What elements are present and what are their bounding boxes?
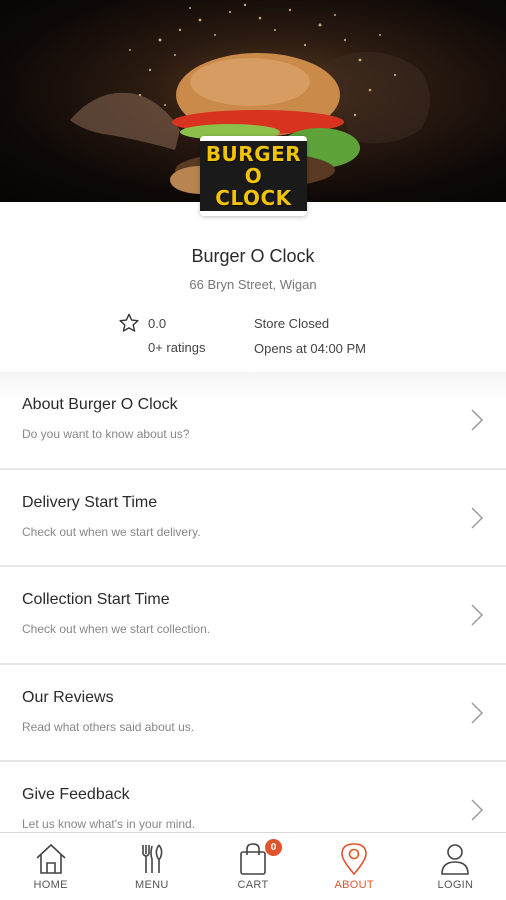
- location-pin-icon: [341, 843, 368, 876]
- list-item-title: Delivery Start Time: [22, 493, 158, 511]
- nav-label: HOME: [33, 879, 68, 891]
- store-opening-time: Opens at 04:00 PM: [254, 341, 367, 356]
- list-item-title: About Burger O Clock: [22, 396, 178, 413]
- bottom-navigation: HOME MENU 0 CART ABOUT LOGIN: [0, 832, 506, 900]
- nav-login[interactable]: LOGIN: [405, 833, 506, 900]
- list-item-subtitle: Do you want to know about us?: [22, 427, 190, 441]
- store-status: Store Closed: [254, 316, 330, 331]
- store-address: 66 Bryn Street, Wigan: [189, 277, 317, 292]
- nav-menu[interactable]: MENU: [101, 833, 202, 900]
- star-icon: [119, 313, 139, 332]
- cutlery-icon: [141, 844, 163, 873]
- list-item-title: Collection Start Time: [22, 591, 170, 608]
- ratings-count: 0+ ratings: [148, 340, 206, 355]
- chevron-right-icon: [471, 506, 484, 529]
- nav-about[interactable]: ABOUT: [304, 833, 405, 900]
- rating-value: 0.0: [148, 316, 167, 331]
- chevron-right-icon: [471, 409, 484, 431]
- chevron-right-icon: [471, 604, 484, 626]
- store-logo: BURGER O CLOCK: [200, 136, 307, 216]
- list-item-about[interactable]: About Burger O Clock Do you want to know…: [0, 372, 506, 470]
- list-item-subtitle: Check out when we start collection.: [22, 622, 211, 636]
- store-status-block: Store Closed Opens at 04:00 PM: [254, 316, 366, 356]
- chevron-right-icon: [471, 701, 484, 724]
- user-icon: [441, 844, 470, 875]
- logo-wordmark: BURGER O CLOCK: [200, 141, 307, 211]
- nav-cart[interactable]: 0 CART: [202, 833, 303, 900]
- nav-label: MENU: [135, 879, 169, 891]
- list-item-subtitle: Let us know what's in your mind.: [22, 817, 196, 831]
- nav-home[interactable]: HOME: [0, 833, 101, 900]
- chevron-right-icon: [471, 799, 484, 821]
- home-icon: [36, 843, 66, 874]
- info-list: About Burger O Clock Do you want to know…: [0, 372, 506, 860]
- list-item-reviews[interactable]: Our Reviews Read what others said about …: [0, 664, 506, 762]
- nav-label: ABOUT: [334, 879, 374, 891]
- list-item-title: Our Reviews: [22, 688, 114, 706]
- list-item-collection-time[interactable]: Collection Start Time Check out when we …: [0, 567, 506, 665]
- cart-count-badge: 0: [265, 839, 282, 856]
- store-name: Burger O Clock: [191, 246, 315, 266]
- list-item-title: Give Feedback: [22, 786, 130, 803]
- nav-label: CART: [237, 879, 269, 891]
- list-item-subtitle: Read what others said about us.: [22, 719, 195, 734]
- list-item-subtitle: Check out when we start delivery.: [22, 524, 201, 539]
- shopping-bag-icon: [240, 843, 266, 875]
- nav-label: LOGIN: [437, 879, 474, 891]
- list-item-delivery-time[interactable]: Delivery Start Time Check out when we st…: [0, 469, 506, 567]
